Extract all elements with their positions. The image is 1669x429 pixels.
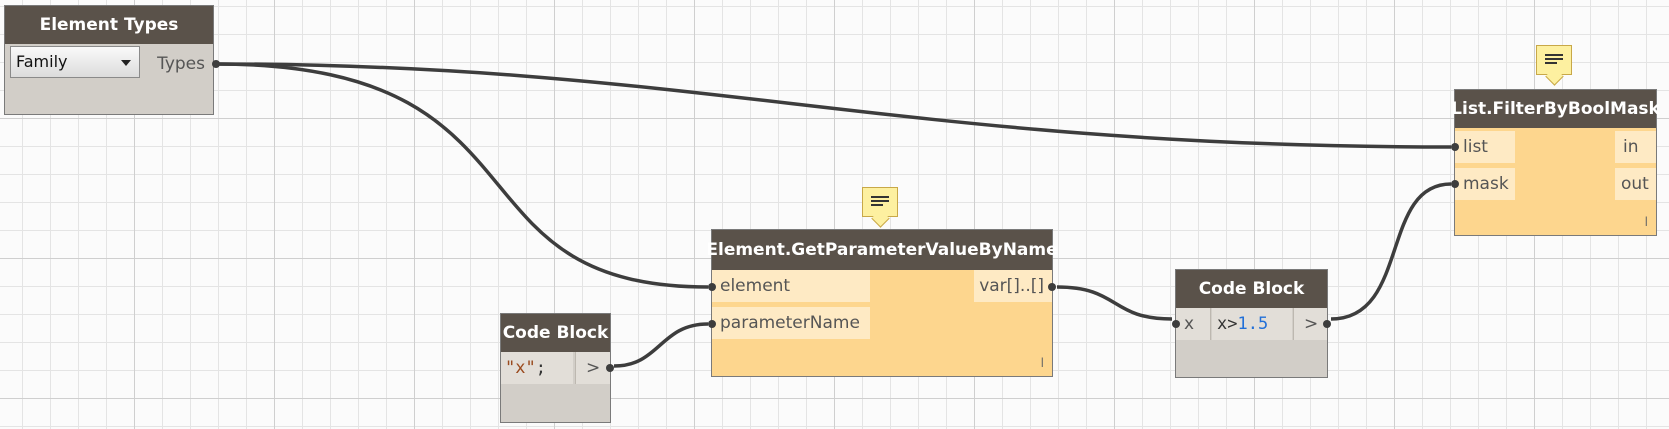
note-icon[interactable] — [862, 187, 898, 217]
wire-var-to-x[interactable] — [1056, 285, 1173, 321]
input-port-dot[interactable] — [1172, 320, 1180, 328]
output-port-out[interactable]: out — [1615, 168, 1656, 200]
wire-types-to-list[interactable] — [215, 62, 1452, 149]
node-title: Element Types — [5, 6, 213, 44]
output-port-types[interactable]: Types — [151, 48, 213, 80]
output-port-in[interactable]: in — [1615, 131, 1656, 163]
input-port-dot[interactable] — [708, 320, 716, 328]
get-parameter-node[interactable]: Element.GetParameterValueByName element … — [706, 230, 1058, 376]
filter-by-bool-mask-node[interactable]: List.FilterByBoolMask list mask in out l — [1451, 90, 1660, 235]
output-port-dot[interactable] — [1323, 320, 1331, 328]
code-number: 1.5 — [1237, 314, 1269, 334]
code-block-node-2[interactable]: Code Block x x>1.5 > — [1172, 270, 1331, 377]
input-port-dot[interactable] — [1451, 180, 1459, 188]
wire-codeblock1-to-parametername[interactable] — [613, 322, 709, 368]
output-port-code-block-2[interactable]: > — [1293, 308, 1327, 340]
element-types-node[interactable]: Element Types Family Types — [5, 6, 220, 114]
code-expression: x> — [1217, 314, 1238, 334]
chevron-down-icon — [121, 60, 131, 66]
element-type-dropdown[interactable]: Family — [10, 46, 140, 78]
output-port-dot[interactable] — [606, 364, 614, 372]
code-string: "x" — [505, 358, 536, 378]
note-icon[interactable] — [1536, 45, 1572, 75]
input-port-list[interactable]: list — [1455, 131, 1515, 163]
input-port-x[interactable]: x — [1176, 308, 1211, 340]
input-port-mask[interactable]: mask — [1455, 168, 1515, 200]
input-port-element[interactable]: element — [712, 270, 870, 302]
lacing-indicator[interactable]: l — [1645, 215, 1648, 229]
output-port-code-block-1[interactable]: > — [575, 352, 610, 384]
code-editor[interactable]: x>1.5 — [1212, 308, 1292, 340]
lacing-indicator[interactable]: l — [1041, 356, 1044, 370]
node-title: List.FilterByBoolMask — [1451, 90, 1660, 128]
input-port-parametername[interactable]: parameterName — [712, 307, 870, 339]
output-port-dot[interactable] — [212, 60, 220, 68]
code-editor[interactable]: "x"; — [501, 352, 573, 384]
code-terminator: ; — [535, 358, 546, 378]
wire-types-to-element[interactable] — [215, 62, 709, 289]
node-title: Code Block — [1176, 270, 1327, 308]
output-port-dot[interactable] — [1048, 283, 1056, 291]
input-port-dot[interactable] — [1451, 143, 1459, 151]
output-port-var[interactable]: var[]..[] — [974, 270, 1052, 302]
code-block-node-1[interactable]: Code Block "x"; > — [501, 314, 614, 422]
wire-codeblock2-to-mask[interactable] — [1330, 182, 1452, 321]
dropdown-value: Family — [16, 52, 68, 71]
node-title: Element.GetParameterValueByName — [706, 230, 1058, 270]
input-port-dot[interactable] — [708, 283, 716, 291]
node-title: Code Block — [501, 314, 610, 352]
